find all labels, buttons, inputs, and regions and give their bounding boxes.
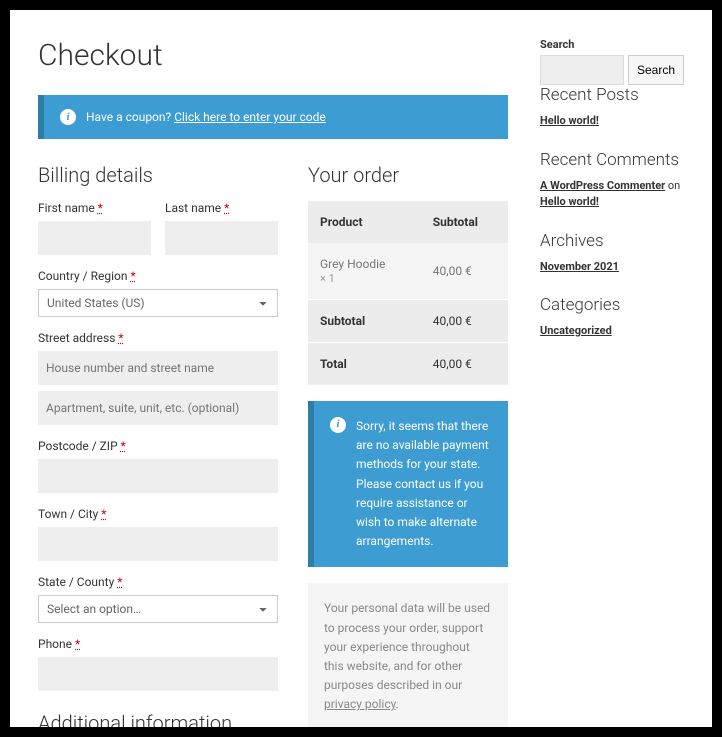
postcode-input[interactable]: [38, 459, 278, 493]
main-content: Checkout i Have a coupon? Click here to …: [38, 38, 508, 737]
town-input[interactable]: [38, 527, 278, 561]
town-label: Town / City *: [38, 507, 278, 521]
first-name-label: First name *: [38, 201, 151, 215]
state-select[interactable]: Select an option…: [38, 595, 278, 623]
item-subtotal: 40,00 €: [421, 243, 508, 300]
phone-label: Phone *: [38, 637, 278, 651]
last-name-label: Last name *: [165, 201, 278, 215]
street2-input[interactable]: [38, 391, 278, 425]
sidebar: Search Search Recent Posts Hello world! …: [540, 38, 684, 737]
page-title: Checkout: [38, 38, 508, 73]
additional-heading: Additional information: [38, 711, 278, 735]
col-subtotal: Subtotal: [421, 201, 508, 243]
order-column: Your order Product Subtotal Grey Hoodie×…: [308, 163, 508, 737]
recent-posts-heading: Recent Posts: [540, 85, 684, 105]
order-table: Product Subtotal Grey Hoodie× 1 40,00 € …: [308, 201, 508, 385]
search-input[interactable]: [540, 55, 624, 85]
on-text: on: [665, 179, 680, 192]
billing-heading: Billing details: [38, 163, 278, 187]
street-input[interactable]: [38, 351, 278, 385]
first-name-input[interactable]: [38, 221, 151, 255]
coupon-prompt: Have a coupon?: [86, 110, 171, 124]
col-product: Product: [308, 201, 421, 243]
privacy-box: Your personal data will be used to proce…: [308, 583, 508, 737]
privacy-link[interactable]: privacy policy: [324, 697, 396, 711]
category-link[interactable]: Uncategorized: [540, 324, 612, 337]
state-label: State / County *: [38, 575, 278, 589]
search-label: Search: [540, 38, 684, 51]
country-select[interactable]: United States (US): [38, 289, 278, 317]
subtotal-label: Subtotal: [308, 300, 421, 343]
country-label: Country / Region *: [38, 269, 278, 283]
categories-heading: Categories: [540, 295, 684, 315]
total-value: 40,00 €: [421, 343, 508, 386]
info-icon: i: [60, 109, 76, 125]
coupon-link[interactable]: Click here to enter your code: [174, 110, 326, 124]
info-icon: i: [330, 417, 346, 433]
coupon-notice: i Have a coupon? Click here to enter you…: [38, 95, 508, 139]
comment-post-link[interactable]: Hello world!: [540, 195, 599, 208]
commenter-link[interactable]: A WordPress Commenter: [540, 179, 665, 192]
postcode-label: Postcode / ZIP *: [38, 439, 278, 453]
recent-comments-heading: Recent Comments: [540, 150, 684, 170]
recent-post-link[interactable]: Hello world!: [540, 114, 599, 127]
privacy-text: Your personal data will be used to proce…: [324, 601, 490, 692]
table-row: Grey Hoodie× 1 40,00 €: [308, 243, 508, 300]
archives-heading: Archives: [540, 231, 684, 251]
item-name: Grey Hoodie: [320, 257, 385, 271]
question-label: Your Question Here: [343, 726, 446, 737]
order-heading: Your order: [308, 163, 508, 187]
phone-input[interactable]: [38, 657, 278, 691]
question-checkbox[interactable]: [324, 730, 337, 737]
street-label: Street address *: [38, 331, 278, 345]
last-name-input[interactable]: [165, 221, 278, 255]
payment-notice: i Sorry, it seems that there are no avai…: [308, 401, 508, 567]
archive-link[interactable]: November 2021: [540, 260, 619, 273]
total-label: Total: [308, 343, 421, 386]
billing-column: Billing details First name * Last name *…: [38, 163, 278, 737]
subtotal-value: 40,00 €: [421, 300, 508, 343]
item-qty: × 1: [320, 272, 335, 285]
search-button[interactable]: Search: [628, 55, 684, 85]
